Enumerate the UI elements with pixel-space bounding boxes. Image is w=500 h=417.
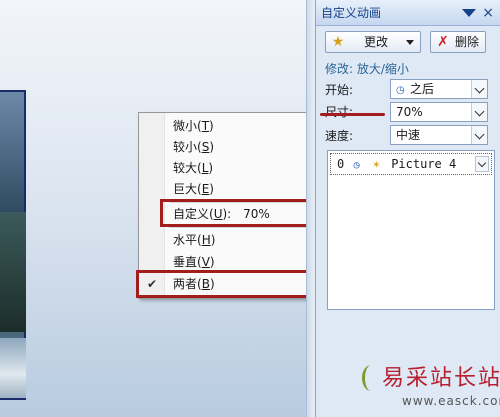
size-label: 尺寸: [325, 105, 354, 119]
leaf-logo-icon [362, 365, 380, 391]
remove-icon: ✗ [437, 34, 449, 50]
size-label-underline [320, 113, 385, 116]
menu-item-huge[interactable]: 巨大(E) [139, 179, 321, 200]
star-effect-icon: ✶ [372, 157, 380, 171]
menu-item-label: 巨大(E) [173, 182, 214, 196]
start-select[interactable]: ◷ 之后 [390, 79, 488, 99]
menu-item-label: 较小(S) [173, 140, 215, 154]
size-select-value: 70% [396, 105, 423, 119]
clock-icon: ◷ [353, 160, 360, 171]
pane-menu-chevron-icon[interactable] [462, 9, 476, 17]
watermark: 易采站长站 www.easck.com [362, 360, 500, 417]
chevron-down-icon [406, 40, 414, 45]
slide-mountain-image [0, 212, 26, 332]
remove-effect-button[interactable]: ✗ 删除 [430, 31, 486, 53]
size-select[interactable]: 70% [390, 102, 488, 122]
pane-title: 自定义动画 [321, 6, 382, 20]
menu-separator [169, 227, 319, 228]
start-label: 开始: [325, 83, 354, 97]
chevron-down-icon[interactable] [471, 103, 487, 121]
menu-item-label: 水平(H) [173, 233, 216, 247]
menu-item-larger[interactable]: 较大(L) [139, 158, 321, 179]
chevron-down-icon[interactable] [471, 126, 487, 144]
watermark-url: www.easck.com [402, 394, 500, 408]
menu-item-smaller[interactable]: 较小(S) [139, 137, 321, 158]
menu-item-tiny[interactable]: 微小(T) [139, 116, 321, 137]
remove-button-label: 删除 [455, 35, 480, 49]
menu-item-label: 较大(L) [173, 161, 214, 175]
menu-item-horizontal[interactable]: 水平(H) [139, 230, 321, 251]
animation-list-item[interactable]: 0 ◷ ✶ Picture 4 [330, 153, 492, 175]
start-select-value: 之后 [410, 82, 435, 96]
effect-modify-label: 修改: 放大/缩小 [325, 62, 409, 76]
watermark-title: 易采站长站 [382, 366, 500, 391]
clock-icon: ◷ [396, 85, 405, 96]
star-effect-icon: ★ [331, 34, 345, 50]
animation-list[interactable]: 0 ◷ ✶ Picture 4 [327, 150, 495, 310]
custom-animation-pane: 自定义动画 × ★ 更改 ✗ 删除 修改: 放大/缩小 开始: ◷ 之后 尺寸: … [315, 0, 500, 417]
speed-select-value: 中速 [396, 128, 421, 142]
highlight-custom-item [160, 199, 321, 227]
highlight-both-item [136, 270, 322, 298]
slide-water-image [0, 338, 26, 398]
change-button-label: 更改 [364, 35, 389, 49]
pane-header: 自定义动画 × [316, 0, 500, 26]
menu-item-label: 垂直(V) [173, 255, 215, 269]
chevron-down-icon[interactable] [471, 80, 487, 98]
menu-item-label: 微小(T) [173, 119, 214, 133]
chevron-down-icon[interactable] [475, 156, 489, 172]
slide-thumbnail[interactable] [0, 90, 26, 400]
change-effect-button[interactable]: ★ 更改 [325, 31, 421, 53]
animation-target-name: Picture 4 [391, 157, 457, 171]
speed-select[interactable]: 中速 [390, 125, 488, 145]
pane-close-icon[interactable]: × [482, 1, 494, 25]
pane-splitter[interactable] [306, 0, 315, 417]
speed-label: 速度: [325, 129, 354, 143]
animation-order-number: 0 [337, 157, 345, 171]
